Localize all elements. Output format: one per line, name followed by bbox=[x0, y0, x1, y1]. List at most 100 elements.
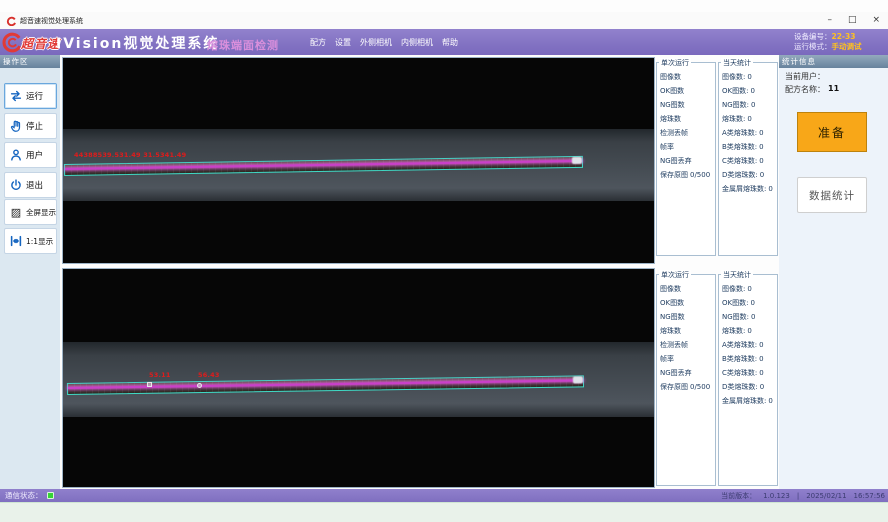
stats-outer-single-run: 单次运行 图像数OK图数NG图数熔珠数检测丢帧帧率NG图丢弃 保存原图0/500 bbox=[656, 62, 716, 256]
app-header: 超音速 IVision视觉处理系统 熔珠端面检测 配方设置外侧相机内侧相机帮助 … bbox=[0, 29, 888, 55]
stat-row: A类熔珠数:0 bbox=[719, 338, 777, 352]
menu-item[interactable]: 设置 bbox=[335, 37, 351, 48]
stats-inner-daily: 当天统计 图像数:0OK图数:0NG图数:0熔珠数:0A类熔珠数:0B类熔珠数:… bbox=[718, 274, 778, 486]
comm-status-icon bbox=[47, 492, 54, 499]
stat-label: OK图数 bbox=[657, 296, 715, 310]
menu-item[interactable]: 配方 bbox=[310, 37, 326, 48]
power-icon bbox=[9, 178, 23, 192]
stat-row: 金属屑熔珠数:0 bbox=[719, 394, 777, 408]
stat-label: 熔珠数 bbox=[657, 112, 715, 126]
fullscreen-icon: ▨ bbox=[9, 205, 23, 219]
stat-label: 帧率 bbox=[657, 352, 715, 366]
date-value: 2025/02/11 bbox=[806, 492, 846, 500]
stat-row: 图像数:0 bbox=[719, 70, 777, 84]
stat-row: C类熔珠数:0 bbox=[719, 366, 777, 380]
sync-arrows-icon bbox=[9, 89, 23, 103]
glint-spot bbox=[572, 157, 582, 164]
minimize-icon[interactable]: – bbox=[827, 16, 832, 25]
stat-row: B类熔珠数:0 bbox=[719, 352, 777, 366]
groupbox-title: 单次运行 bbox=[659, 270, 691, 280]
app-icon bbox=[6, 16, 16, 26]
stat-row: 熔珠数:0 bbox=[719, 112, 777, 126]
data-statistics-button[interactable]: 数据统计 bbox=[797, 177, 867, 213]
stat-row: 图像数:0 bbox=[719, 282, 777, 296]
run-button[interactable]: 运行 bbox=[4, 83, 57, 109]
groupbox-title: 单次运行 bbox=[659, 58, 691, 68]
stats-outer-daily: 当天统计 图像数:0OK图数:0NG图数:0熔珠数:0A类熔珠数:0B类熔珠数:… bbox=[718, 62, 778, 256]
groupbox-title: 当天统计 bbox=[721, 270, 753, 280]
exit-button[interactable]: 退出 bbox=[4, 172, 57, 198]
measurement-label: 56.43 bbox=[198, 371, 220, 379]
stat-label: 图像数 bbox=[657, 282, 715, 296]
status-bar: 通信状态： 当前版本： 1.0.123 | 2025/02/11 16:57:5… bbox=[0, 489, 888, 502]
glint-spot bbox=[573, 376, 583, 383]
menu-item[interactable]: 外侧相机 bbox=[360, 37, 392, 48]
operation-sidebar: 操作区 运行 停止 用户 bbox=[0, 55, 60, 489]
fullscreen-button[interactable]: ▨ 全屏显示 bbox=[4, 199, 57, 225]
stat-label: 检测丢帧 bbox=[657, 338, 715, 352]
ready-button[interactable]: 准备 bbox=[797, 112, 867, 152]
os-titlebar: 超音速视觉处理系统 – □ × bbox=[0, 12, 888, 29]
save-image-row: 保存原图0/500 bbox=[657, 168, 715, 182]
version-value: 1.0.123 bbox=[763, 492, 790, 500]
device-number-value: 22-33 bbox=[832, 32, 856, 41]
save-image-row: 保存原图0/500 bbox=[657, 380, 715, 394]
version-info: 当前版本： 1.0.123 | 2025/02/11 16:57:56 bbox=[721, 491, 885, 501]
device-number-label: 设备编号： bbox=[794, 32, 832, 41]
one-to-one-icon bbox=[9, 234, 23, 248]
stat-label: NG图丢弃 bbox=[657, 154, 715, 168]
stat-label: NG图数 bbox=[657, 310, 715, 324]
stat-row: NG图数:0 bbox=[719, 98, 777, 112]
current-user-label: 当前用户： bbox=[785, 71, 825, 82]
stat-row: OK图数:0 bbox=[719, 296, 777, 310]
defect-marker bbox=[197, 383, 202, 388]
statistics-info-panel: 统计信息 当前用户： 配方名称： 11 准备 数据统计 bbox=[779, 55, 888, 489]
stat-label: NG图数 bbox=[657, 98, 715, 112]
recipe-name-value: 11 bbox=[828, 84, 839, 95]
header-info: 设备编号：22-33 运行模式：手动调试 bbox=[794, 32, 862, 52]
app-window: 超音速视觉处理系统 – □ × 超音速 IVision视觉处理系统 熔珠端面检测… bbox=[0, 0, 888, 522]
one-to-one-button[interactable]: 1:1显示 bbox=[4, 228, 57, 254]
stat-label: OK图数 bbox=[657, 84, 715, 98]
maximize-icon[interactable]: □ bbox=[848, 16, 857, 25]
menu-item[interactable]: 帮助 bbox=[442, 37, 458, 48]
measurement-annotation: 44388539.531.49 31.5341.49 bbox=[74, 151, 186, 159]
groupbox-title: 当天统计 bbox=[721, 58, 753, 68]
camera-view-inner: 53.11 56.43 bbox=[62, 268, 655, 488]
stat-row: OK图数:0 bbox=[719, 84, 777, 98]
recipe-name-row: 配方名称： 11 bbox=[785, 84, 839, 95]
stat-label: 检测丢帧 bbox=[657, 126, 715, 140]
brand-name: 超音速 bbox=[21, 35, 60, 52]
stat-label: 熔珠数 bbox=[657, 324, 715, 338]
menu-item[interactable]: 内侧相机 bbox=[401, 37, 433, 48]
camera-view-outer: 44388539.531.49 31.5341.49 bbox=[62, 57, 655, 264]
stat-row: C类熔珠数:0 bbox=[719, 154, 777, 168]
run-mode-value: 手动调试 bbox=[832, 42, 862, 51]
user-icon bbox=[9, 148, 23, 162]
run-mode-label: 运行模式： bbox=[794, 42, 832, 51]
stop-button[interactable]: 停止 bbox=[4, 113, 57, 139]
stat-row: B类熔珠数:0 bbox=[719, 140, 777, 154]
stat-row: A类熔珠数:0 bbox=[719, 126, 777, 140]
stat-label: 图像数 bbox=[657, 70, 715, 84]
bottom-margin bbox=[0, 502, 888, 522]
sidebar-title: 操作区 bbox=[0, 55, 60, 68]
stats-inner-single-run: 单次运行 图像数OK图数NG图数熔珠数检测丢帧帧率NG图丢弃 保存原图0/500 bbox=[656, 274, 716, 486]
time-value: 16:57:56 bbox=[854, 492, 885, 500]
recipe-name-label: 配方名称： bbox=[785, 84, 825, 95]
stat-row: D类熔珠数:0 bbox=[719, 168, 777, 182]
version-label: 当前版本： bbox=[721, 491, 756, 501]
panel-title: 统计信息 bbox=[779, 55, 888, 68]
defect-marker bbox=[147, 382, 152, 387]
measurement-label: 53.11 bbox=[149, 371, 171, 379]
separator: | bbox=[797, 492, 799, 500]
stop-hand-icon bbox=[9, 119, 23, 133]
stat-row: D类熔珠数:0 bbox=[719, 380, 777, 394]
user-button[interactable]: 用户 bbox=[4, 142, 57, 168]
stat-label: 帧率 bbox=[657, 140, 715, 154]
stat-row: 金属屑熔珠数:0 bbox=[719, 182, 777, 196]
brand-logo-icon bbox=[2, 31, 21, 53]
close-icon[interactable]: × bbox=[872, 16, 880, 25]
comm-status-label: 通信状态： bbox=[5, 490, 43, 501]
window-title: 超音速视觉处理系统 bbox=[20, 16, 83, 26]
